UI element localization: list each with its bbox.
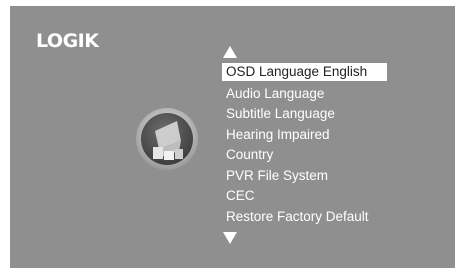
setup-icon	[136, 108, 198, 170]
down-arrow-icon[interactable]	[223, 232, 237, 244]
up-arrow-icon[interactable]	[223, 46, 237, 58]
brand-logo: LOGIK	[36, 30, 99, 52]
menu-item-subtitle-language[interactable]: Subtitle Language	[222, 104, 387, 125]
tv-osd-screen: LOGIK OSD Language English Audio Languag…	[10, 6, 455, 268]
menu-item-osd-language[interactable]: OSD Language English	[222, 63, 387, 81]
menu-item-restore-factory-default[interactable]: Restore Factory Default	[222, 207, 387, 228]
menu-item-hearing-impaired[interactable]: Hearing Impaired	[222, 125, 387, 146]
menu-item-audio-language[interactable]: Audio Language	[222, 84, 387, 105]
menu-item-pvr-file-system[interactable]: PVR File System	[222, 166, 387, 187]
menu-item-cec[interactable]: CEC	[222, 186, 387, 207]
settings-menu: OSD Language English Audio Language Subt…	[222, 63, 387, 227]
menu-item-country[interactable]: Country	[222, 145, 387, 166]
